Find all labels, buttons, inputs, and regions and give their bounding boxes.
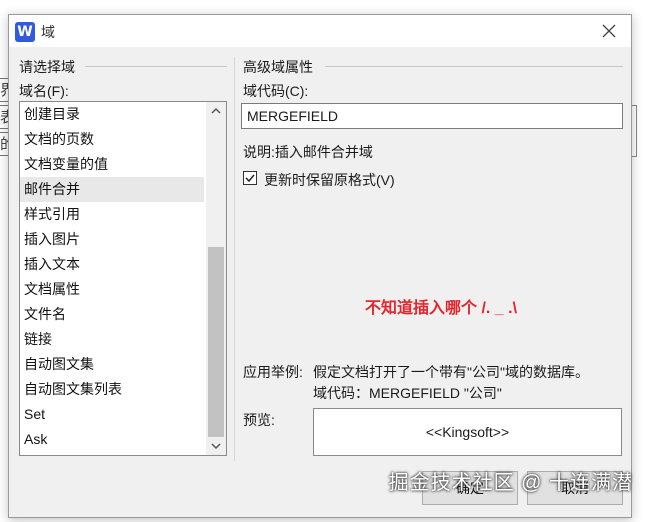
field-code-input[interactable]: MERGEFIELD — [241, 103, 623, 129]
field-code-label: 域代码(C): — [243, 83, 309, 99]
list-item[interactable]: 文档变量的值 — [20, 152, 204, 177]
list-item[interactable]: 文档的页数 — [20, 127, 204, 152]
list-item[interactable]: 邮件合并 — [20, 177, 204, 202]
field-dialog: W 域 请选择域 域名(F): 创建目录 文档的页数 文档变量的值 邮件合并 样式引用插… — [8, 14, 632, 518]
title-bar: W 域 — [9, 15, 631, 47]
example-label: 应用举例: — [243, 364, 303, 380]
field-name-label: 域名(F): — [19, 83, 69, 99]
wps-app-icon: W — [15, 22, 35, 42]
scroll-thumb[interactable] — [208, 247, 224, 437]
list-item[interactable]: 自动图文集 — [20, 352, 204, 377]
list-item[interactable]: 插入文本 — [20, 252, 204, 277]
annotation-text: 不知道插入哪个 /. _ .\ — [365, 300, 518, 317]
scroll-down-icon[interactable] — [206, 437, 226, 455]
dialog-title: 域 — [41, 24, 55, 40]
watermark: 掘金技术社区 @ 十连满潜 — [388, 472, 633, 494]
list-item[interactable]: 链接 — [20, 327, 204, 352]
close-icon[interactable] — [601, 23, 617, 39]
list-item[interactable]: 自动图文集列表 — [20, 377, 204, 402]
list-item[interactable]: Set — [20, 402, 204, 427]
field-description: 说明:插入邮件合并域 — [243, 144, 373, 160]
right-group-title: 高级域属性 — [243, 59, 313, 75]
list-item[interactable]: 文档属性 — [20, 277, 204, 302]
field-name-list[interactable]: 创建目录 文档的页数 文档变量的值 邮件合并 样式引用 插入图片 插入文本 文档属性 文件名 链接… — [19, 101, 227, 456]
left-group-divider — [85, 66, 227, 67]
list-item[interactable]: 样式引用 — [20, 202, 204, 227]
list-item[interactable]: 插入图片 — [20, 227, 204, 252]
preview-box: <<Kingsoft>> — [313, 408, 622, 456]
right-group-divider — [325, 66, 623, 67]
scroll-up-icon[interactable] — [206, 102, 226, 120]
list-item[interactable]: Ask — [20, 427, 204, 452]
example-code: 域代码：MERGEFIELD "公司" — [313, 385, 502, 401]
keep-format-checkbox[interactable] — [243, 171, 257, 185]
group-divider — [234, 57, 235, 461]
left-group-title: 请选择域 — [19, 59, 75, 75]
preview-label: 预览: — [243, 412, 275, 428]
example-description: 假定文档打开了一个带有"公司"域的数据库。 — [313, 364, 589, 380]
keep-format-label[interactable]: 更新时保留原格式(V) — [264, 170, 395, 190]
list-item[interactable]: 文件名 — [20, 302, 204, 327]
list-item[interactable]: 创建目录 — [20, 102, 204, 127]
list-scrollbar[interactable] — [206, 102, 226, 455]
